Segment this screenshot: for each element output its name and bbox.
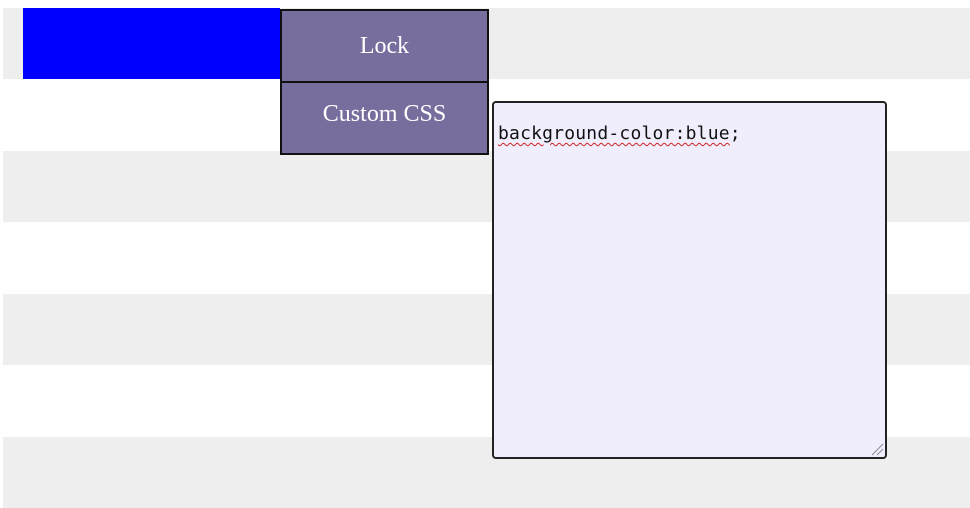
misspelled-text: background-color:blue bbox=[498, 123, 730, 144]
custom-css-button[interactable]: Custom CSS bbox=[280, 81, 489, 155]
custom-css-button-label: Custom CSS bbox=[322, 101, 447, 127]
custom-css-textarea[interactable]: background-color:blue; bbox=[492, 101, 887, 459]
lock-button[interactable]: Lock bbox=[280, 9, 489, 83]
css-editor-text: background-color:blue; bbox=[498, 123, 741, 144]
css-editor-text-rest: ; bbox=[729, 123, 741, 144]
lock-button-label: Lock bbox=[359, 32, 410, 59]
page: Lock Custom CSS background-color:blue; bbox=[0, 0, 970, 508]
styled-preview-block[interactable] bbox=[23, 8, 280, 79]
resize-grip-icon[interactable] bbox=[870, 442, 884, 456]
